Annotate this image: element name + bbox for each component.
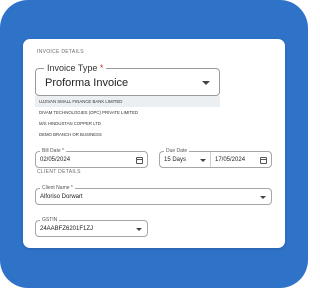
field-divider xyxy=(210,152,211,167)
chevron-down-icon[interactable] xyxy=(200,159,206,162)
invoice-form-panel: INVOICE DETAILS Invoice Type * Proforma … xyxy=(23,39,285,248)
chevron-down-icon[interactable] xyxy=(260,196,266,199)
gstin-label: GSTIN xyxy=(40,217,60,223)
due-date-value[interactable]: 17/05/2024 xyxy=(215,157,245,163)
calendar-icon[interactable] xyxy=(136,157,143,164)
chevron-down-icon[interactable] xyxy=(202,81,210,85)
calendar-icon[interactable] xyxy=(260,157,267,164)
gstin-value: 24AABFZ6201F1ZJ xyxy=(40,226,94,232)
bill-date-field[interactable]: Bill Date * 02/05/2024 xyxy=(35,148,148,168)
client-name-label: Client Name * xyxy=(40,185,75,191)
invoice-type-label-text: Invoice Type xyxy=(47,63,98,73)
option-item[interactable]: UJJIVAN SMALL FINANCE BANK LIMITED xyxy=(35,96,220,107)
option-item[interactable]: DIVAM TECHNOLOGIES (OPC) PRIVATE LIMITED xyxy=(35,107,220,118)
due-date-field: Due Date 15 Days 17/05/2024 xyxy=(159,148,272,168)
invoice-type-label: Invoice Type * xyxy=(44,63,107,73)
client-name-select[interactable]: Client Name * Alforiso Dorwart xyxy=(35,185,272,205)
invoice-details-title: INVOICE DETAILS xyxy=(37,49,84,55)
invoice-type-select[interactable]: Invoice Type * Proforma Invoice xyxy=(35,63,220,96)
option-item[interactable]: DEMO BRANCH OR BUSINESS xyxy=(35,129,220,140)
due-date-label: Due Date xyxy=(164,148,190,154)
required-mark: * xyxy=(99,63,104,73)
invoice-type-options: UJJIVAN SMALL FINANCE BANK LIMITED DIVAM… xyxy=(35,96,220,140)
client-name-value: Alforiso Dorwart xyxy=(40,194,83,200)
invoice-type-value: Proforma Invoice xyxy=(45,77,129,89)
bill-date-value: 02/05/2024 xyxy=(40,157,71,163)
option-item[interactable]: M/S HINDUSTAN COPPER LTD xyxy=(35,118,220,129)
gstin-select[interactable]: GSTIN 24AABFZ6201F1ZJ xyxy=(35,217,148,237)
chevron-down-icon[interactable] xyxy=(136,228,142,231)
bill-date-label: Bill Date * xyxy=(40,148,66,154)
due-term-value[interactable]: 15 Days xyxy=(164,157,186,163)
client-details-title: CLIENT DETAILS xyxy=(37,169,81,175)
